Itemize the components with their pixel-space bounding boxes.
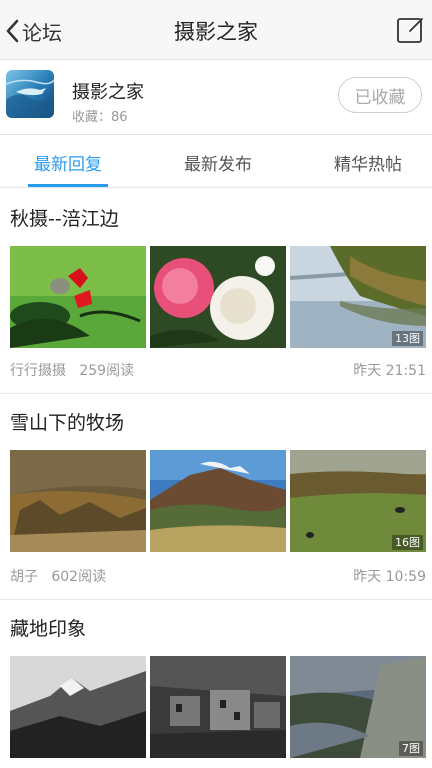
post-image[interactable] <box>10 656 146 758</box>
post-image[interactable]: 16图 <box>290 450 426 552</box>
post-item[interactable]: 秋摄--涪江边 13图 行行摄摄 259阅读 昨天 21:51 <box>0 188 432 393</box>
image-count-badge: 7图 <box>399 741 423 756</box>
post-item[interactable]: 雪山下的牧场 16图 胡子 602阅读 昨天 10:59 <box>0 394 432 599</box>
post-item[interactable]: 藏地印象 7图 <box>0 600 432 768</box>
page-title: 摄影之家 <box>174 20 258 44</box>
post-image[interactable] <box>150 656 286 758</box>
tab-active-indicator <box>28 184 108 187</box>
post-image[interactable] <box>150 450 286 552</box>
favorited-button[interactable]: 已收藏 <box>338 77 422 113</box>
post-image[interactable] <box>10 450 146 552</box>
post-author: 胡子 <box>10 569 38 585</box>
post-meta: 胡子 602阅读 <box>10 566 106 586</box>
post-image[interactable]: 7图 <box>290 656 426 758</box>
tab-latest-replies[interactable]: 最新回复 <box>8 150 128 175</box>
forum-name: 摄影之家 <box>72 82 144 103</box>
forum-header: 摄影之家 收藏：86 已收藏 <box>0 60 432 135</box>
post-title: 雪山下的牧场 <box>10 412 125 434</box>
post-time: 昨天 21:51 <box>353 363 426 379</box>
favorites-count: 收藏：86 <box>72 110 128 125</box>
post-author: 行行摄摄 <box>10 363 66 379</box>
post-title: 藏地印象 <box>10 618 87 640</box>
forum-avatar <box>6 70 54 118</box>
post-title: 秋摄--涪江边 <box>10 208 119 230</box>
image-count-badge: 16图 <box>392 535 423 550</box>
tab-bar: 最新回复 最新发布 精华热帖 <box>0 136 432 188</box>
compose-icon[interactable] <box>396 16 424 44</box>
post-meta: 行行摄摄 259阅读 <box>10 360 134 380</box>
post-image[interactable]: 13图 <box>290 246 426 348</box>
post-time: 昨天 10:59 <box>353 569 426 585</box>
tab-featured-posts[interactable]: 精华热帖 <box>308 150 428 175</box>
tab-latest-posts[interactable]: 最新发布 <box>158 150 278 175</box>
image-count-badge: 13图 <box>392 331 423 346</box>
nav-bar: 论坛 摄影之家 <box>0 0 432 60</box>
post-image[interactable] <box>150 246 286 348</box>
post-reads: 602阅读 <box>51 569 107 585</box>
post-image[interactable] <box>10 246 146 348</box>
post-reads: 259阅读 <box>79 363 135 379</box>
